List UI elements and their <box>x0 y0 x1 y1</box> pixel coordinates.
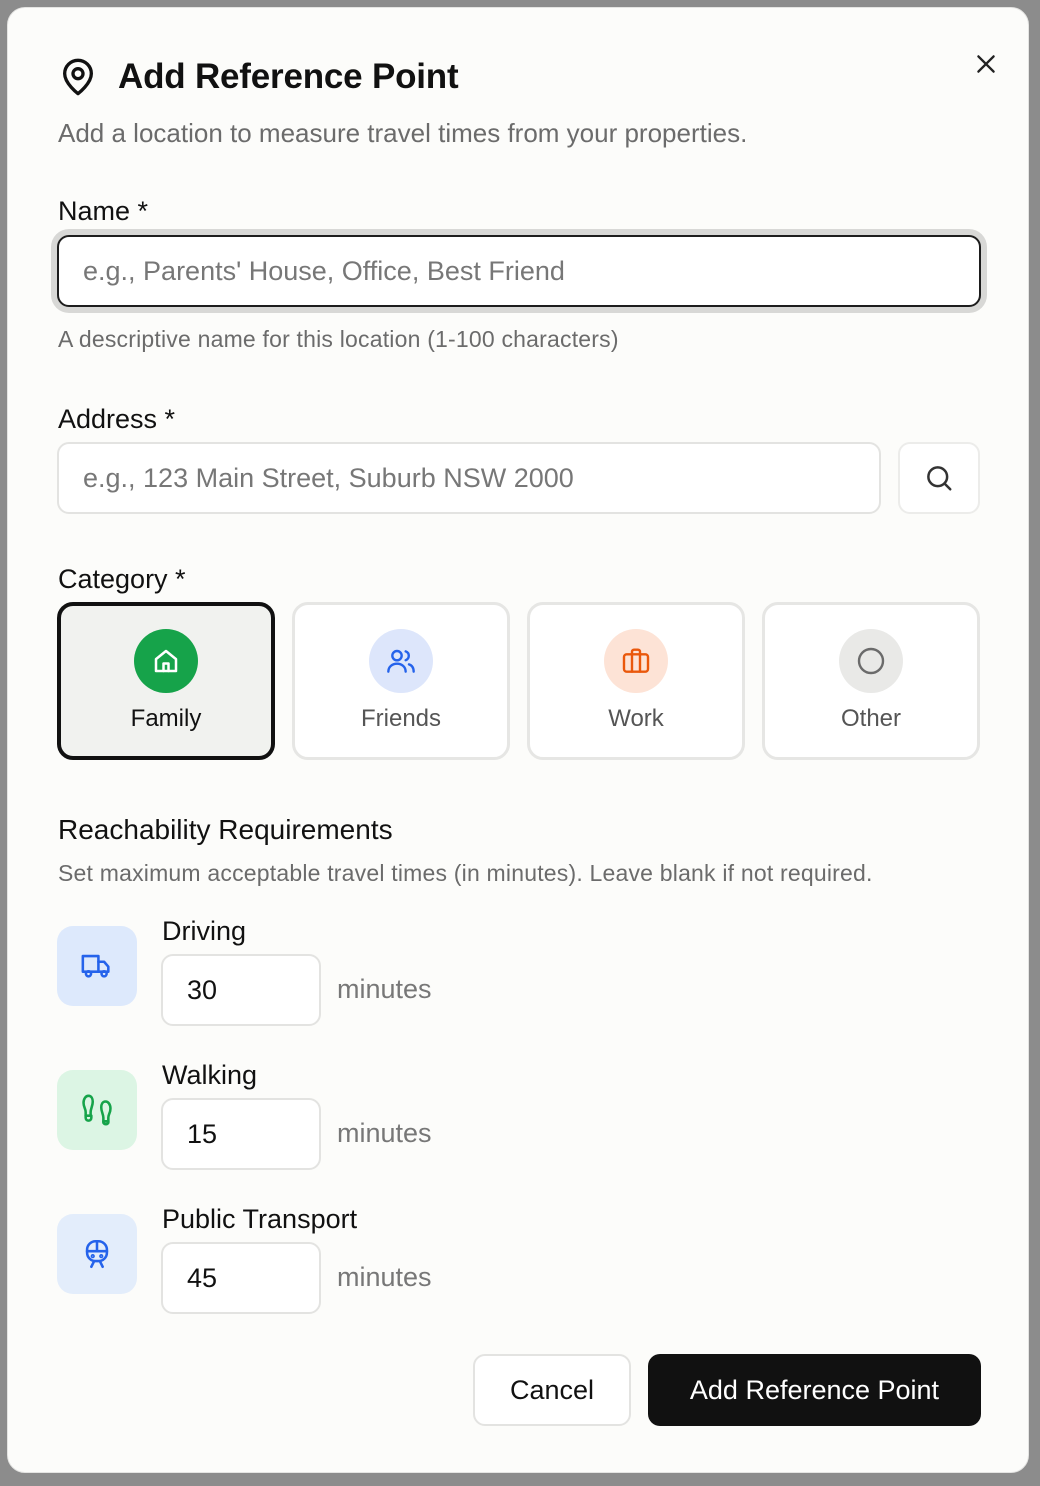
public-transport-unit: minutes <box>337 1262 432 1292</box>
train-icon <box>57 1214 137 1294</box>
reachability-subtitle: Set maximum acceptable travel times (in … <box>58 860 873 886</box>
reachability-title: Reachability Requirements <box>58 814 393 845</box>
circle-icon <box>839 629 903 693</box>
close-button[interactable] <box>966 44 1006 84</box>
address-search-button[interactable] <box>898 442 980 514</box>
footprints-icon <box>57 1070 137 1150</box>
briefcase-icon <box>604 629 668 693</box>
category-other[interactable]: Other <box>762 602 980 760</box>
address-label: Address * <box>58 404 176 434</box>
dialog-header: Add Reference Point <box>58 56 459 98</box>
category-label: Category * <box>58 564 186 594</box>
public-transport-label: Public Transport <box>162 1204 358 1234</box>
category-label-other: Other <box>840 705 902 732</box>
walking-unit: minutes <box>337 1118 432 1148</box>
category-family[interactable]: Family <box>57 602 275 760</box>
driving-label: Driving <box>162 916 247 946</box>
driving-minutes-input[interactable] <box>161 954 321 1026</box>
users-icon <box>369 629 433 693</box>
close-icon <box>977 55 995 73</box>
name-input[interactable] <box>57 235 981 307</box>
walking-minutes-input[interactable] <box>161 1098 321 1170</box>
search-icon <box>927 466 952 491</box>
walking-label: Walking <box>162 1060 258 1090</box>
name-hint: A descriptive name for this location (1-… <box>58 326 619 352</box>
name-label: Name * <box>58 196 149 226</box>
category-label-work: Work <box>608 705 664 732</box>
cancel-button[interactable]: Cancel <box>473 1354 631 1426</box>
dialog-title: Add Reference Point <box>118 57 459 96</box>
map-pin-icon <box>58 56 98 98</box>
add-reference-point-button[interactable]: Add Reference Point <box>648 1354 981 1426</box>
home-icon <box>134 629 198 693</box>
address-input[interactable] <box>57 442 881 514</box>
category-work[interactable]: Work <box>527 602 745 760</box>
category-label-friends: Friends <box>360 705 442 732</box>
dialog-subtitle: Add a location to measure travel times f… <box>58 118 748 148</box>
public-transport-minutes-input[interactable] <box>161 1242 321 1314</box>
add-reference-point-dialog: Add Reference Point Add a location to me… <box>7 7 1029 1473</box>
truck-icon <box>57 926 137 1006</box>
category-label-family: Family <box>130 705 202 732</box>
category-friends[interactable]: Friends <box>292 602 510 760</box>
driving-unit: minutes <box>337 974 432 1004</box>
